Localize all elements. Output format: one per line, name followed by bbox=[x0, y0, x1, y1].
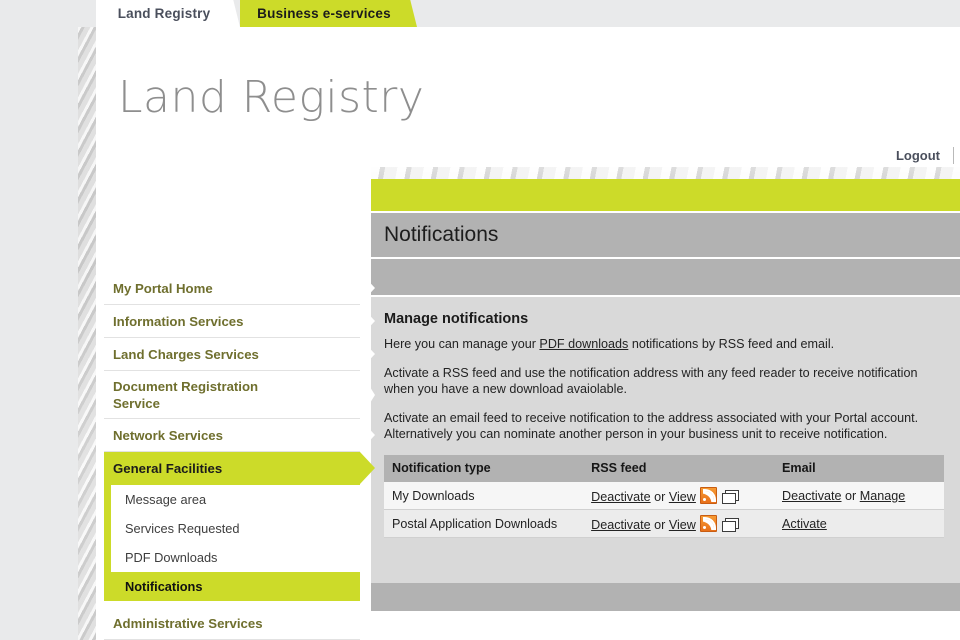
column-header-email: Email bbox=[774, 455, 944, 482]
email-manage-link[interactable]: Manage bbox=[860, 489, 906, 503]
rss-feed-icon[interactable] bbox=[700, 515, 717, 532]
email-deactivate-link[interactable]: Deactivate bbox=[782, 489, 842, 503]
column-header-rss-feed: RSS feed bbox=[583, 455, 774, 482]
chevron-right-icon bbox=[360, 452, 375, 484]
tab-business-e-services[interactable]: Business e-services bbox=[240, 0, 408, 27]
main-panel: Notifications Manage notifications Here … bbox=[371, 179, 960, 623]
separator-text: or bbox=[651, 518, 669, 532]
section-heading: Manage notifications bbox=[384, 311, 947, 327]
chevron-right-icon bbox=[360, 338, 375, 370]
table-row: My Downloads Deactivate or View Deactiva… bbox=[384, 482, 944, 510]
intro-paragraph: Here you can manage your PDF downloads n… bbox=[384, 336, 947, 352]
chevron-right-icon bbox=[360, 607, 375, 639]
email-activate-link[interactable]: Activate bbox=[782, 517, 827, 531]
top-tabstrip: Land Registry Business e-services bbox=[0, 0, 960, 27]
divider bbox=[953, 147, 954, 164]
cell-notification-type: Postal Application Downloads bbox=[384, 510, 583, 538]
sidebar-item-label: Document Registration Service bbox=[113, 378, 303, 412]
screen: Land Registry Business e-services Land R… bbox=[0, 0, 960, 640]
rss-view-link[interactable]: View bbox=[669, 518, 696, 532]
notifications-table: Notification type RSS feed Email My Down… bbox=[384, 455, 944, 538]
sidebar-item-my-portal-home[interactable]: My Portal Home bbox=[104, 272, 360, 305]
chevron-right-icon bbox=[360, 371, 375, 419]
banner-photo-strip bbox=[371, 167, 960, 179]
open-new-window-icon[interactable] bbox=[722, 518, 739, 532]
sidebar-subnav: Message area Services Requested PDF Down… bbox=[104, 485, 360, 601]
decorative-texture-strip bbox=[78, 27, 96, 640]
sidebar-item-information-services[interactable]: Information Services bbox=[104, 305, 360, 338]
open-new-window-icon[interactable] bbox=[722, 490, 739, 504]
rss-deactivate-link[interactable]: Deactivate bbox=[591, 518, 651, 532]
table-row: Postal Application Downloads Deactivate … bbox=[384, 510, 944, 538]
sidebar-subitem-label: PDF Downloads bbox=[125, 550, 217, 565]
sidebar-item-network-services[interactable]: Network Services bbox=[104, 419, 360, 452]
sidebar-subitem-message-area[interactable]: Message area bbox=[111, 485, 360, 514]
sidebar-item-land-charges-services[interactable]: Land Charges Services bbox=[104, 338, 360, 371]
tab-land-registry-label: Land Registry bbox=[118, 6, 211, 21]
sidebar-item-label: Administrative Services bbox=[113, 616, 263, 631]
sidebar-subitem-label: Notifications bbox=[125, 579, 203, 594]
table-header-row: Notification type RSS feed Email bbox=[384, 455, 944, 482]
tab-business-e-services-label: Business e-services bbox=[257, 6, 391, 21]
page-title: Land Registry bbox=[118, 72, 424, 123]
tab-skew-edge bbox=[223, 0, 240, 27]
sidebar-subitem-pdf-downloads[interactable]: PDF Downloads bbox=[111, 543, 360, 572]
cell-email-actions: Deactivate or Manage bbox=[774, 482, 944, 510]
cell-rss-actions: Deactivate or View bbox=[583, 482, 774, 510]
intro-text-before: Here you can manage your bbox=[384, 337, 539, 351]
window-front-shape bbox=[722, 521, 736, 532]
chevron-right-icon bbox=[360, 272, 375, 304]
sidebar-subitem-services-requested[interactable]: Services Requested bbox=[111, 514, 360, 543]
sidebar-item-label: Information Services bbox=[113, 314, 243, 329]
panel-body: Manage notifications Here you can manage… bbox=[371, 297, 960, 583]
panel-titlebar: Notifications bbox=[371, 213, 960, 257]
cell-email-actions: Activate bbox=[774, 510, 944, 538]
sidebar-item-label: My Portal Home bbox=[113, 281, 213, 296]
tab-skew-edge bbox=[398, 0, 417, 27]
window-front-shape bbox=[722, 493, 736, 504]
cell-notification-type: My Downloads bbox=[384, 482, 583, 510]
panel-subbar bbox=[371, 259, 960, 295]
chevron-right-icon bbox=[360, 305, 375, 337]
sidebar-subitem-label: Services Requested bbox=[125, 521, 240, 536]
rss-feed-icon[interactable] bbox=[700, 487, 717, 504]
column-header-notification-type: Notification type bbox=[384, 455, 583, 482]
sidebar-item-document-registration-service[interactable]: Document Registration Service bbox=[104, 371, 360, 419]
separator-text: or bbox=[651, 490, 669, 504]
rss-view-link[interactable]: View bbox=[669, 490, 696, 504]
sidebar-item-label: Network Services bbox=[113, 428, 223, 443]
email-description-paragraph: Activate an email feed to receive notifi… bbox=[384, 410, 947, 442]
rss-description-paragraph: Activate a RSS feed and use the notifica… bbox=[384, 365, 947, 397]
separator-text: or bbox=[842, 489, 860, 503]
chevron-right-icon bbox=[360, 419, 375, 451]
sidebar-item-label: Land Charges Services bbox=[113, 347, 259, 362]
sidebar-subitem-label: Message area bbox=[125, 492, 206, 507]
sidebar-nav: My Portal Home Information Services Land… bbox=[104, 272, 360, 640]
panel-title: Notifications bbox=[371, 223, 498, 247]
cell-rss-actions: Deactivate or View bbox=[583, 510, 774, 538]
sidebar-item-label: General Facilities bbox=[113, 461, 222, 476]
sidebar-item-administrative-services[interactable]: Administrative Services bbox=[104, 607, 360, 640]
panel-footer-bar bbox=[371, 583, 960, 611]
tab-land-registry[interactable]: Land Registry bbox=[96, 0, 232, 27]
utility-bar: Logout bbox=[720, 143, 960, 167]
pdf-downloads-link[interactable]: PDF downloads bbox=[539, 337, 628, 351]
accent-bar bbox=[371, 179, 960, 211]
logout-link[interactable]: Logout bbox=[896, 148, 953, 163]
intro-text-after: notifications by RSS feed and email. bbox=[628, 337, 834, 351]
rss-deactivate-link[interactable]: Deactivate bbox=[591, 490, 651, 504]
sidebar-subitem-notifications[interactable]: Notifications bbox=[111, 572, 360, 601]
sidebar-item-general-facilities[interactable]: General Facilities bbox=[104, 452, 360, 485]
